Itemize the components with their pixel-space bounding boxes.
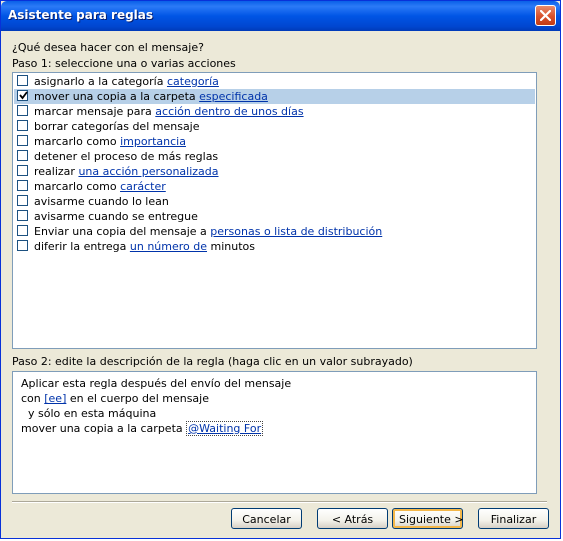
- action-checkbox[interactable]: [17, 165, 28, 176]
- action-row[interactable]: avisarme cuando se entregue: [14, 209, 535, 224]
- action-checkbox[interactable]: [17, 135, 28, 146]
- description-link[interactable]: [ee]: [44, 392, 66, 405]
- action-text-pre: realizar: [34, 165, 79, 178]
- action-text-pre: asignarlo a la categoría: [34, 75, 167, 88]
- action-row[interactable]: diferir la entrega un número de minutos: [14, 239, 535, 254]
- description-line: Aplicar esta regla después del envío del…: [21, 377, 291, 390]
- description-text: Aplicar esta regla después del envío del…: [21, 377, 292, 390]
- action-text: detener el proceso de más reglas: [34, 150, 218, 163]
- action-checkbox[interactable]: [17, 210, 28, 221]
- action-checkbox[interactable]: [17, 195, 28, 206]
- action-text: avisarme cuando se entregue: [34, 210, 198, 223]
- action-link[interactable]: carácter: [120, 180, 166, 193]
- action-text: mover una copia a la carpeta especificad…: [34, 90, 268, 103]
- action-link[interactable]: una acción personalizada: [78, 165, 218, 178]
- close-icon: [540, 10, 551, 21]
- action-text: Enviar una copia del mensaje a personas …: [34, 225, 382, 238]
- action-text: avisarme cuando lo lean: [34, 195, 169, 208]
- action-text-pre: mover una copia a la carpeta: [34, 90, 200, 103]
- rules-wizard-window: Asistente para reglas ¿Qué desea hacer c…: [0, 0, 561, 539]
- description-text-post: en el cuerpo del mensaje: [66, 392, 209, 405]
- step2-label: Paso 2: edite la descripción de la regla…: [12, 355, 413, 368]
- action-checkbox[interactable]: [17, 150, 28, 161]
- action-text-pre: borrar categorías del mensaje: [34, 120, 200, 133]
- action-row[interactable]: mover una copia a la carpeta especificad…: [14, 89, 535, 104]
- description-line: con [ee] en el cuerpo del mensaje: [21, 392, 209, 405]
- action-text: borrar categorías del mensaje: [34, 120, 200, 133]
- action-row[interactable]: borrar categorías del mensaje: [14, 119, 535, 134]
- action-checkbox[interactable]: [17, 180, 28, 191]
- action-link[interactable]: importancia: [120, 135, 186, 148]
- action-text: marcar mensaje para acción dentro de uno…: [34, 105, 304, 118]
- next-button[interactable]: Siguiente >: [392, 508, 464, 529]
- description-line: y sólo en esta máquina: [21, 407, 156, 420]
- action-text: asignarlo a la categoría categoría: [34, 75, 219, 88]
- action-checkbox[interactable]: [17, 225, 28, 236]
- description-link[interactable]: @Waiting For: [186, 421, 264, 436]
- action-text: realizar una acción personalizada: [34, 165, 219, 178]
- action-row[interactable]: marcar mensaje para acción dentro de uno…: [14, 104, 535, 119]
- action-text-pre: marcarlo como: [34, 180, 121, 193]
- description-text: con: [21, 392, 45, 405]
- action-row[interactable]: marcarlo como importancia: [14, 134, 535, 149]
- action-checkbox[interactable]: [17, 90, 28, 101]
- action-text-pre: marcarlo como: [34, 135, 121, 148]
- description-line: mover una copia a la carpeta @Waiting Fo…: [21, 421, 264, 436]
- action-link[interactable]: acción dentro de unos días: [155, 105, 303, 118]
- action-text-pre: marcar mensaje para: [34, 105, 156, 118]
- finish-button[interactable]: Finalizar: [478, 508, 549, 529]
- actions-list[interactable]: asignarlo a la categoría categoría mover …: [12, 72, 537, 349]
- action-text: marcarlo como carácter: [34, 180, 166, 193]
- action-text-post: minutos: [207, 240, 256, 253]
- action-row[interactable]: detener el proceso de más reglas: [14, 149, 535, 164]
- action-text-pre: avisarme cuando se entregue: [34, 210, 198, 223]
- action-checkbox[interactable]: [17, 75, 28, 86]
- separator: [12, 501, 547, 503]
- action-row[interactable]: avisarme cuando lo lean: [14, 194, 535, 209]
- action-text-pre: Enviar una copia del mensaje a: [34, 225, 211, 238]
- checkmark-icon: [19, 91, 28, 100]
- action-text-pre: avisarme cuando lo lean: [34, 195, 169, 208]
- action-checkbox[interactable]: [17, 120, 28, 131]
- action-link[interactable]: un número de: [130, 240, 207, 253]
- action-text-pre: detener el proceso de más reglas: [34, 150, 219, 163]
- close-button[interactable]: [535, 5, 556, 26]
- action-link[interactable]: personas o lista de distribución: [210, 225, 382, 238]
- rule-description-box[interactable]: Aplicar esta regla después del envío del…: [12, 371, 537, 494]
- action-text: diferir la entrega un número de minutos: [34, 240, 255, 253]
- action-row[interactable]: Enviar una copia del mensaje a personas …: [14, 224, 535, 239]
- action-checkbox[interactable]: [17, 105, 28, 116]
- action-link[interactable]: categoría: [167, 75, 219, 88]
- action-text: marcarlo como importancia: [34, 135, 186, 148]
- action-row[interactable]: realizar una acción personalizada: [14, 164, 535, 179]
- action-row[interactable]: asignarlo a la categoría categoría: [14, 74, 535, 89]
- action-checkbox[interactable]: [17, 240, 28, 251]
- dialog-body: ¿Qué desea hacer con el mensaje? Paso 1:…: [1, 31, 560, 538]
- cancel-button[interactable]: Cancelar: [231, 508, 302, 529]
- action-row[interactable]: marcarlo como carácter: [14, 179, 535, 194]
- step1-label: Paso 1: seleccione una o varias acciones: [12, 57, 236, 70]
- description-text: y sólo en esta máquina: [21, 407, 157, 420]
- action-link[interactable]: especificada: [199, 90, 268, 103]
- window-title: Asistente para reglas: [8, 8, 154, 22]
- action-text-pre: diferir la entrega: [34, 240, 130, 253]
- description-text: mover una copia a la carpeta: [21, 422, 187, 435]
- back-button[interactable]: < Atrás: [317, 508, 388, 529]
- prompt-label: ¿Qué desea hacer con el mensaje?: [12, 41, 204, 54]
- title-bar[interactable]: Asistente para reglas: [1, 1, 560, 31]
